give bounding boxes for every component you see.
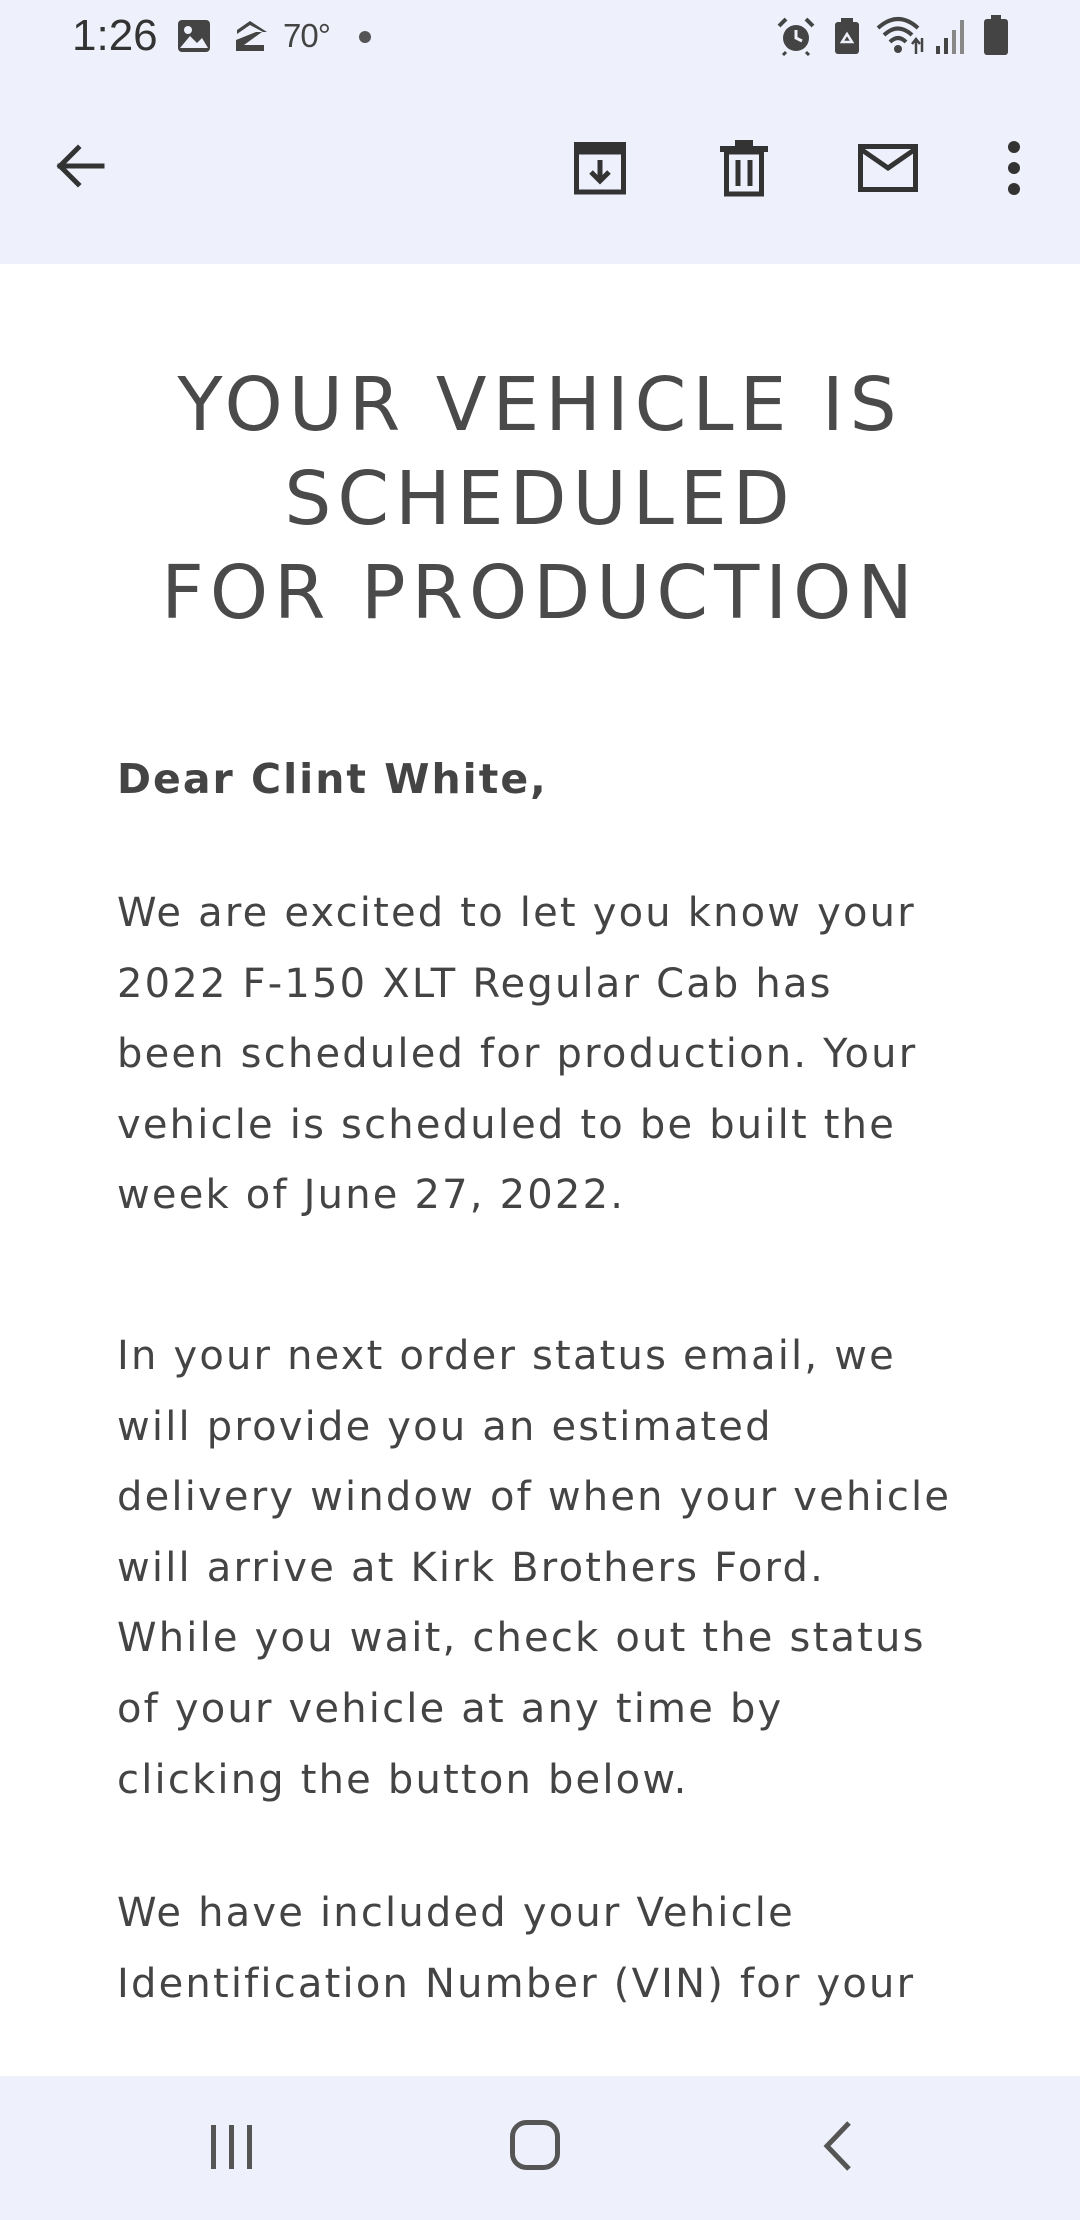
battery-icon xyxy=(982,14,1010,56)
system-nav-bar xyxy=(0,2076,1080,2220)
mark-unread-icon[interactable] xyxy=(856,142,920,194)
paragraph-line: We have included your Vehicle xyxy=(117,1890,795,1936)
paragraph-line: will provide you an estimated xyxy=(117,1403,773,1450)
paragraph-line: We are excited to let you know your xyxy=(117,890,916,936)
gallery-icon xyxy=(176,18,212,54)
email-toolbar xyxy=(0,74,1080,264)
paragraph-line: been scheduled for production. Your xyxy=(117,1031,918,1078)
zillow-icon xyxy=(230,18,270,54)
paragraph-line: vehicle is scheduled to be built the xyxy=(117,1101,897,1148)
more-options-icon[interactable] xyxy=(1002,138,1026,198)
back-icon[interactable] xyxy=(820,2120,856,2172)
status-bar: 1:26 70° xyxy=(0,0,1080,74)
delete-icon[interactable] xyxy=(716,138,772,198)
email-body: YOUR VEHICLE IS SCHEDULED FOR PRODUCTION… xyxy=(0,264,1080,2076)
back-arrow-icon[interactable] xyxy=(52,138,108,194)
paragraph-line: Identification Number (VIN) for your xyxy=(117,1960,916,2007)
paragraph-line: week of June 27, 2022. xyxy=(117,1172,626,1219)
home-icon[interactable] xyxy=(508,2118,562,2172)
headline-line: YOUR VEHICLE IS xyxy=(177,362,903,448)
paragraph-line: 2022 F-150 XLT Regular Cab has xyxy=(117,960,833,1007)
paragraph-line: In your next order status email, we xyxy=(117,1333,896,1379)
paragraph-line: clicking the button below. xyxy=(117,1756,689,1803)
paragraph-line: will arrive at Kirk Brothers Ford. xyxy=(117,1544,825,1591)
signal-icon xyxy=(934,16,970,56)
recycle-battery-icon xyxy=(832,16,862,56)
paragraph-line: While you wait, check out the status xyxy=(117,1615,926,1662)
dot-icon xyxy=(358,30,372,44)
greeting: Dear Clint White, xyxy=(117,755,548,803)
headline-line: FOR PRODUCTION xyxy=(161,550,919,636)
paragraph-next-status: In your next order status email, we will… xyxy=(117,1321,951,1815)
temperature: 70° xyxy=(283,17,331,54)
alarm-icon xyxy=(776,16,816,56)
paragraph-line: of your vehicle at any time by xyxy=(117,1685,784,1732)
archive-icon[interactable] xyxy=(570,138,630,198)
paragraph-line: delivery window of when your vehicle xyxy=(117,1474,952,1521)
paragraph-production-scheduled: We are excited to let you know your 2022… xyxy=(117,878,917,1231)
headline-line: SCHEDULED xyxy=(284,456,796,542)
status-time: 1:26 xyxy=(72,11,158,60)
wifi-icon xyxy=(876,16,926,56)
paragraph-vin: We have included your Vehicle Identifica… xyxy=(117,1878,915,2019)
email-headline: YOUR VEHICLE IS SCHEDULED FOR PRODUCTION xyxy=(60,358,1020,640)
recent-apps-icon[interactable] xyxy=(208,2122,256,2172)
